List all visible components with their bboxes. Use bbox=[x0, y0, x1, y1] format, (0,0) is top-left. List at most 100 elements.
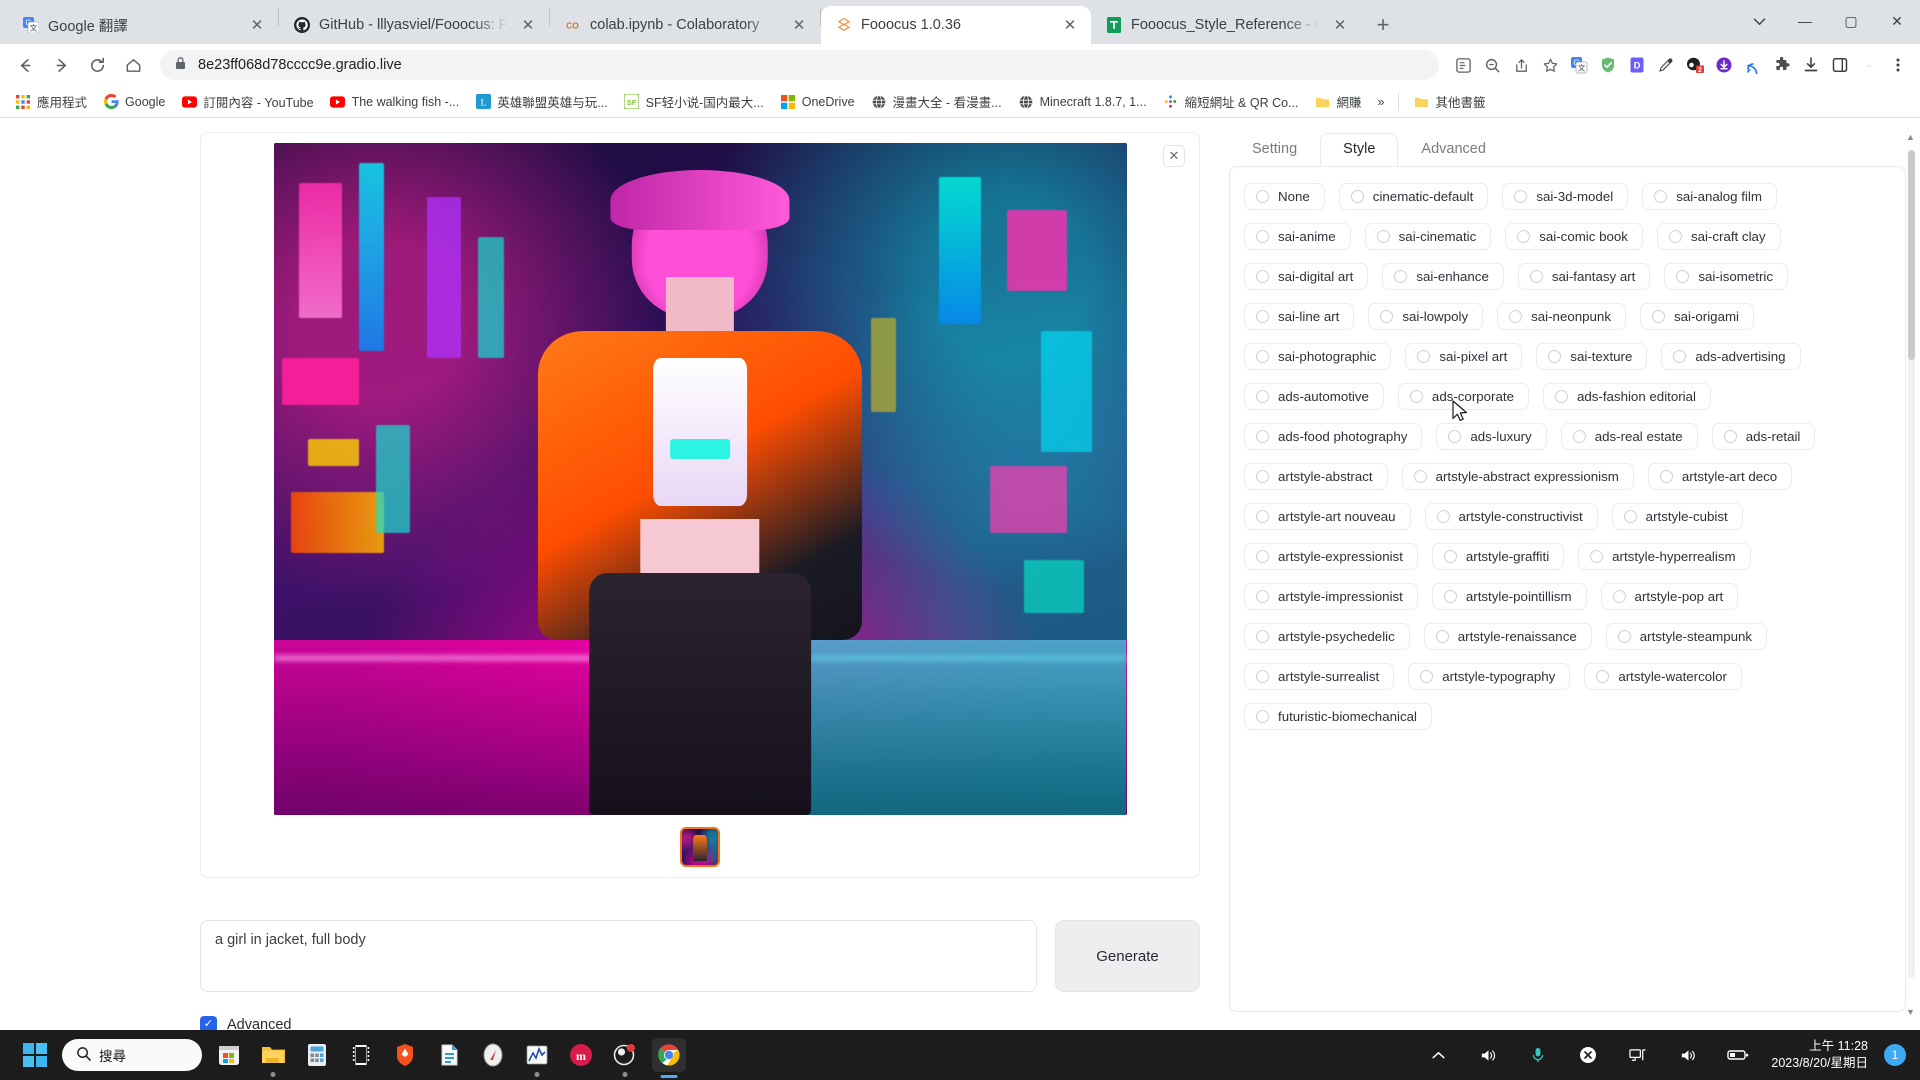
reload-button[interactable] bbox=[80, 48, 114, 82]
radio-icon[interactable] bbox=[1612, 590, 1626, 603]
style-option-sai-isometric[interactable]: sai-isometric bbox=[1664, 263, 1788, 290]
m-app-icon[interactable]: m bbox=[564, 1038, 598, 1072]
dashlane-icon[interactable]: D bbox=[1623, 51, 1651, 79]
radio-icon[interactable] bbox=[1596, 670, 1610, 683]
style-option-cinematic-default[interactable]: cinematic-default bbox=[1338, 183, 1489, 210]
radio-icon[interactable] bbox=[1256, 470, 1269, 483]
style-option-ads-real-estate[interactable]: ads-real estate bbox=[1560, 423, 1698, 450]
bookmark-lol[interactable]: L 英雄聯盟英雄与玩... bbox=[468, 88, 614, 115]
bookmark-minecraft[interactable]: Minecraft 1.8.7, 1... bbox=[1011, 90, 1154, 114]
style-option-sai-craft-clay[interactable]: sai-craft clay bbox=[1656, 223, 1781, 250]
style-option-artstyle-expressionist[interactable]: artstyle-expressionist bbox=[1244, 543, 1418, 570]
style-option-sai-pixel-art[interactable]: sai-pixel art bbox=[1405, 343, 1523, 370]
style-option-artstyle-art-nouveau[interactable]: artstyle-art nouveau bbox=[1244, 503, 1411, 530]
reading-mode-icon[interactable] bbox=[1449, 51, 1477, 79]
style-option-artstyle-hyperrealism[interactable]: artstyle-hyperrealism bbox=[1578, 543, 1751, 570]
browser-tab-4[interactable]: Fooocus_Style_Reference - Goc ✕ bbox=[1091, 6, 1361, 44]
style-option-sai-analog-film[interactable]: sai-analog film bbox=[1642, 183, 1777, 210]
style-option-sai-texture[interactable]: sai-texture bbox=[1536, 343, 1648, 370]
advanced-checkbox[interactable]: ✓ bbox=[200, 1016, 217, 1030]
radio-icon[interactable] bbox=[1394, 270, 1408, 283]
bookmark-onedrive[interactable]: OneDrive bbox=[773, 90, 862, 114]
radio-icon[interactable] bbox=[1256, 670, 1269, 683]
radio-icon[interactable] bbox=[1435, 630, 1449, 643]
style-option-artstyle-abstract[interactable]: artstyle-abstract bbox=[1244, 463, 1388, 490]
speaker-icon[interactable] bbox=[1671, 1038, 1705, 1072]
browser-tab-1[interactable]: GitHub - lllyasviel/Fooocus: Foc ✕ bbox=[279, 6, 549, 44]
microsoft-store-icon[interactable] bbox=[212, 1038, 246, 1072]
download-helper-icon[interactable] bbox=[1710, 51, 1738, 79]
radio-icon[interactable] bbox=[1529, 270, 1543, 283]
document-editor-icon[interactable] bbox=[432, 1038, 466, 1072]
tab-close-button[interactable]: ✕ bbox=[1329, 14, 1351, 36]
cast-wifi-icon[interactable] bbox=[1739, 51, 1767, 79]
tab-style[interactable]: Style bbox=[1320, 133, 1399, 166]
bookmark-youtube-subs[interactable]: 訂閱內容 - YouTube bbox=[174, 88, 320, 115]
address-bar[interactable]: 8e23ff068d78cccc9e.gradio.live bbox=[160, 50, 1439, 80]
radio-icon[interactable] bbox=[1654, 190, 1668, 203]
style-option-sai-neonpunk[interactable]: sai-neonpunk bbox=[1497, 303, 1626, 330]
style-option-artstyle-psychedelic[interactable]: artstyle-psychedelic bbox=[1244, 623, 1410, 650]
radio-icon[interactable] bbox=[1651, 310, 1665, 323]
prompt-input[interactable]: a girl in jacket, full body bbox=[200, 920, 1037, 992]
forward-button[interactable] bbox=[44, 48, 78, 82]
style-option-artstyle-constructivist[interactable]: artstyle-constructivist bbox=[1424, 503, 1598, 530]
radio-icon[interactable] bbox=[1673, 350, 1687, 363]
style-option-artstyle-surrealist[interactable]: artstyle-surrealist bbox=[1244, 663, 1395, 690]
downloads-icon[interactable] bbox=[1797, 51, 1825, 79]
page-scrollbar[interactable]: ▲ ▼ bbox=[1905, 124, 1918, 1024]
chart-app-icon[interactable] bbox=[520, 1038, 554, 1077]
obs-studio-icon[interactable] bbox=[608, 1038, 642, 1077]
style-option-ads-advertising[interactable]: ads-advertising bbox=[1661, 343, 1801, 370]
bookmark-google[interactable]: Google bbox=[96, 90, 172, 114]
radio-icon[interactable] bbox=[1617, 630, 1631, 643]
bookmark-walking-fish[interactable]: The walking fish -... bbox=[323, 90, 467, 114]
bookmark-other-bookmarks[interactable]: 其他書籤 bbox=[1406, 88, 1492, 115]
style-option-sai-digital-art[interactable]: sai-digital art bbox=[1244, 263, 1369, 290]
network-icon[interactable] bbox=[1621, 1038, 1655, 1072]
style-option-ads-food-photography[interactable]: ads-food photography bbox=[1244, 423, 1423, 450]
tab-search-icon[interactable] bbox=[1736, 0, 1782, 42]
radio-icon[interactable] bbox=[1723, 430, 1737, 443]
radio-icon[interactable] bbox=[1256, 270, 1269, 283]
maximize-button[interactable]: ▢ bbox=[1828, 0, 1874, 42]
style-option-sai-3d-model[interactable]: sai-3d-model bbox=[1502, 183, 1629, 210]
style-option-artstyle-watercolor[interactable]: artstyle-watercolor bbox=[1584, 663, 1742, 690]
radio-icon[interactable] bbox=[1256, 230, 1269, 243]
home-button[interactable] bbox=[116, 48, 150, 82]
tab-advanced[interactable]: Advanced bbox=[1398, 133, 1509, 166]
style-option-sai-comic-book[interactable]: sai-comic book bbox=[1505, 223, 1643, 250]
tab-setting[interactable]: Setting bbox=[1229, 133, 1320, 166]
tab-close-button[interactable]: ✕ bbox=[1059, 14, 1081, 36]
side-panel-icon[interactable] bbox=[1826, 51, 1854, 79]
radio-icon[interactable] bbox=[1443, 550, 1457, 563]
browser-tab-0[interactable]: G文 Google 翻譯 ✕ bbox=[8, 6, 278, 44]
radio-icon[interactable] bbox=[1509, 310, 1523, 323]
tab-close-button[interactable]: ✕ bbox=[517, 14, 539, 36]
volume-icon[interactable] bbox=[1471, 1038, 1505, 1072]
back-button[interactable] bbox=[8, 48, 42, 82]
bookmark-apps[interactable]: 應用程式 bbox=[8, 88, 94, 115]
radio-icon[interactable] bbox=[1256, 430, 1269, 443]
brave-browser-icon[interactable] bbox=[388, 1038, 422, 1072]
radio-icon[interactable] bbox=[1668, 230, 1682, 243]
notification-badge[interactable]: 1 bbox=[1884, 1044, 1906, 1066]
zoom-out-icon[interactable] bbox=[1478, 51, 1506, 79]
radio-icon[interactable] bbox=[1517, 230, 1531, 243]
radio-icon[interactable] bbox=[1572, 430, 1586, 443]
start-windows-icon[interactable] bbox=[18, 1038, 52, 1072]
radio-icon[interactable] bbox=[1443, 590, 1457, 603]
style-option-sai-enhance[interactable]: sai-enhance bbox=[1382, 263, 1504, 290]
scroll-up-arrow[interactable]: ▲ bbox=[1905, 130, 1916, 143]
radio-icon[interactable] bbox=[1554, 390, 1568, 403]
style-option-artstyle-cubist[interactable]: artstyle-cubist bbox=[1611, 503, 1743, 530]
style-option-sai-line-art[interactable]: sai-line art bbox=[1244, 303, 1355, 330]
radio-icon[interactable] bbox=[1420, 670, 1434, 683]
generated-image[interactable] bbox=[273, 143, 1127, 815]
pen-tool-icon[interactable] bbox=[1652, 51, 1680, 79]
style-option-none[interactable]: None bbox=[1244, 183, 1325, 210]
style-option-artstyle-pop-art[interactable]: artstyle-pop art bbox=[1600, 583, 1739, 610]
style-option-sai-cinematic[interactable]: sai-cinematic bbox=[1364, 223, 1492, 250]
adguard-icon[interactable] bbox=[1594, 51, 1622, 79]
close-circle-icon[interactable] bbox=[1571, 1038, 1605, 1072]
